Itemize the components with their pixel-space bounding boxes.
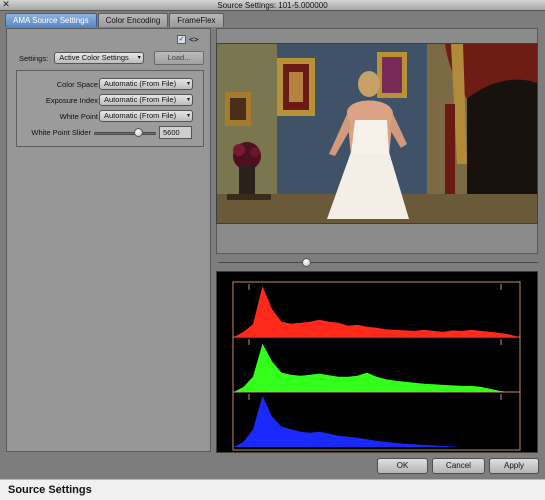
checkbox-icon[interactable]: ✓ [177,35,186,44]
color-properties-group: Color Space Automatic (From File) ▾ Expo… [16,70,204,147]
code-arrows-icon[interactable]: <> [189,35,199,44]
status-text: Source Settings [8,484,92,496]
exposure-index-label: Exposure Index [45,96,98,105]
white-point-select[interactable]: Automatic (From File) ▾ [99,110,193,122]
color-space-value: Automatic (From File) [104,79,177,88]
scrubber-thumb[interactable] [301,258,311,267]
chevron-down-icon: ▾ [186,80,190,87]
video-preview-image [217,44,537,223]
settings-label: Settings: [19,53,49,63]
histogram-graph [232,281,521,451]
panel-icons: ✓ <> [177,35,199,44]
settings-select[interactable]: Active Color Settings ▾ [54,52,144,64]
scrubber-track[interactable] [218,262,538,263]
close-icon[interactable]: ✕ [1,0,11,10]
cancel-button[interactable]: Cancel [432,458,485,474]
apply-button[interactable]: Apply [489,458,539,474]
settings-row: Settings: Active Color Settings ▾ [19,52,144,64]
chevron-down-icon: ▾ [137,54,141,61]
white-point-slider-track[interactable] [94,132,156,135]
chevron-down-icon: ▾ [186,96,190,103]
video-preview-frame [216,43,538,224]
white-point-value: Automatic (From File) [104,111,177,120]
settings-panel: ✓ <> Settings: Active Color Settings ▾ L… [6,28,211,452]
tab-ama-source-settings[interactable]: AMA Source Settings [5,13,97,27]
viewer-bottom-strip [216,224,538,254]
white-point-slider-label: White Point Slider [31,128,91,137]
chevron-down-icon: ▾ [186,112,190,119]
color-space-label: Color Space [56,80,98,89]
histogram-scope [216,271,538,453]
exposure-index-row: Exposure Index Automatic (From File) ▾ [17,94,205,108]
histogram-green-channel [234,343,519,392]
white-point-row: White Point Automatic (From File) ▾ [17,110,205,124]
histogram-blue-channel [234,396,519,447]
settings-value: Active Color Settings [59,53,129,62]
color-space-row: Color Space Automatic (From File) ▾ [17,78,205,92]
color-space-select[interactable]: Automatic (From File) ▾ [99,78,193,90]
histogram-red-channel [234,286,519,337]
exposure-index-select[interactable]: Automatic (From File) ▾ [99,94,193,106]
window-title-bar: ✕ Source Settings: 101-5.000000 [0,0,545,11]
white-point-label: White Point [59,112,98,121]
viewer-top-strip [216,28,538,43]
ok-button[interactable]: OK [377,458,428,474]
tab-bar: AMA Source Settings Color Encoding Frame… [5,13,225,27]
white-point-value-field[interactable]: 5600 [159,126,192,139]
tab-color-encoding[interactable]: Color Encoding [97,13,169,27]
load-button[interactable]: Load... [154,51,204,65]
tab-frameflex[interactable]: FrameFlex [169,13,224,27]
white-point-slider-thumb[interactable] [134,128,144,137]
status-bar: Source Settings [0,479,545,500]
window-title: Source Settings: 101-5.000000 [217,1,328,10]
white-point-slider-row: White Point Slider 5600 [17,126,205,140]
exposure-index-value: Automatic (From File) [104,95,177,104]
